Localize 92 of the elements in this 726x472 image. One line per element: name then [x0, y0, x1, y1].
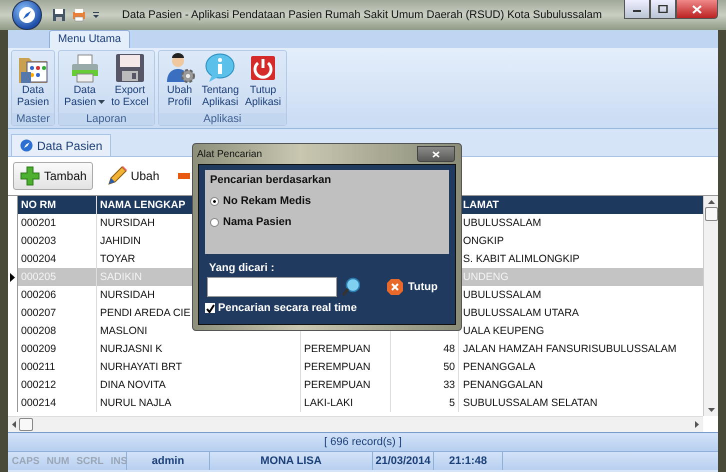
table-cell: 000201	[18, 214, 97, 232]
table-cell: 000207	[18, 304, 97, 322]
table-cell: DINA NOVITA	[97, 376, 301, 394]
vertical-scrollbar[interactable]	[703, 196, 718, 416]
table-cell-text: UBULUSSALAM UTARA	[462, 306, 580, 321]
plus-icon	[19, 165, 41, 187]
ribbon-button[interactable]: Data Pasien	[61, 52, 108, 112]
table-cell-text: UBULUSSALAM	[462, 216, 542, 231]
maximize-button[interactable]	[650, 0, 676, 19]
ribbon-tab[interactable]: Menu Utama	[49, 30, 130, 48]
right-arrow-icon	[695, 421, 699, 428]
horizontal-scrollbar[interactable]	[8, 416, 703, 432]
info-icon	[204, 52, 236, 84]
search-icon	[342, 277, 360, 297]
table-cell: 000206	[18, 286, 97, 304]
status-text: 21:1:48	[449, 455, 487, 467]
table-cell-text: UALA KEUPENG	[462, 324, 546, 339]
status-text: MONA LISA	[260, 455, 322, 467]
close-button[interactable]	[417, 146, 455, 162]
close-icon	[692, 4, 702, 14]
compass-icon	[17, 5, 37, 25]
ribbon-button[interactable]: Tutup Aplikasi	[242, 52, 284, 112]
table-cell-text: UBULUSSALAM	[462, 288, 542, 303]
radio-option[interactable]: No Rekam Medis	[210, 195, 444, 207]
pencil-icon	[106, 165, 128, 187]
table-cell: 33	[391, 376, 459, 394]
ribbon-button[interactable]: Tentang Aplikasi	[198, 52, 242, 112]
minimize-button[interactable]	[624, 0, 650, 19]
status-text: admin	[152, 455, 184, 467]
close-button[interactable]: Tutup	[386, 278, 438, 296]
table-cell-text: S. KABIT ALIMLONGKIP	[462, 252, 581, 267]
table-cell: NURUL NAJLA	[97, 394, 301, 412]
search-button[interactable]	[342, 277, 360, 297]
table-cell-text: SUBULUSSALAM SELATAN	[462, 396, 598, 411]
scroll-thumb[interactable]	[19, 418, 33, 431]
dialog-title: Alat Pencarian	[197, 148, 262, 160]
column-header[interactable]: LAMAT	[459, 196, 703, 214]
table-cell: 000214	[18, 394, 97, 412]
table-cell: PEREMPUAN	[301, 358, 391, 376]
table-cell: 000209	[18, 340, 97, 358]
save-icon[interactable]	[52, 8, 66, 22]
toolbar-button[interactable]: Ubah	[100, 163, 164, 189]
maximize-icon	[658, 5, 668, 13]
group-label: Laporan	[59, 113, 154, 125]
check-icon	[206, 304, 214, 312]
status-text: 21/03/2014	[375, 455, 431, 467]
ribbon-button[interactable]: Ubah Profil	[160, 52, 199, 112]
table-cell: LAKI-LAKI	[301, 394, 391, 412]
table-cell: 000212	[18, 376, 97, 394]
printer-icon[interactable]	[72, 8, 86, 22]
down-arrow-icon	[708, 408, 714, 412]
table-cell: 000203	[18, 232, 97, 250]
search-field[interactable]	[207, 277, 337, 297]
key-indicator: CAPS	[12, 456, 40, 466]
table-cell: NURJASNI K	[97, 340, 301, 358]
window-title: Data Pasien - Aplikasi Pendataan Pasien Rumah Sakit Umum Daerah (RSUD) Kota Subulussalam	[121, 9, 603, 21]
compass-icon	[20, 139, 33, 152]
dropdown-icon[interactable]	[92, 11, 100, 19]
table-cell: 48	[391, 340, 459, 358]
up-arrow-icon	[708, 200, 714, 204]
ribbon-button[interactable]: Data Pasien	[14, 52, 52, 112]
table-cell-text: JALAN HAMZAH FANSURISUBULUSSALAM	[462, 342, 678, 357]
table-cell: 000211	[18, 358, 97, 376]
table-cell: 5	[391, 394, 459, 412]
table-cell: NURHAYATI BRT	[97, 358, 301, 376]
table-cell-text: PENANGGALA	[462, 360, 536, 375]
key-indicator: INS	[110, 456, 128, 466]
toolbar-button[interactable]: Tambah	[13, 162, 93, 190]
left-arrow-icon	[12, 421, 16, 428]
key-indicator: NUM	[46, 456, 70, 466]
close-icon	[386, 278, 404, 296]
close-button[interactable]	[676, 0, 718, 19]
table-cell-text: ONGKIP	[462, 234, 505, 249]
table-cell: PEREMPUAN	[301, 376, 391, 394]
floppy-icon	[114, 52, 146, 84]
table-cell: PEREMPUAN	[301, 340, 391, 358]
column-header[interactable]: NO RM	[18, 196, 97, 214]
document-tab[interactable]: Data Pasien	[11, 134, 112, 156]
group-label: Master	[12, 113, 54, 125]
table-cell-text: PENANGGALAN	[462, 378, 544, 393]
table-cell: 000208	[18, 322, 97, 340]
key-indicator: SCRL	[76, 456, 104, 466]
group-label: Aplikasi	[158, 113, 286, 125]
record-count: [ 696 record(s) ]	[324, 436, 402, 448]
table-cell: 50	[391, 358, 459, 376]
close-icon	[432, 150, 440, 158]
app-menu-button[interactable]	[12, 0, 42, 30]
scroll-thumb[interactable]	[704, 207, 718, 221]
caret-icon	[98, 100, 106, 104]
ribbon-button[interactable]: Export to Excel	[108, 52, 152, 112]
group-title: Pencarian berdasarkan	[210, 174, 332, 186]
row-pointer-icon	[10, 272, 15, 282]
